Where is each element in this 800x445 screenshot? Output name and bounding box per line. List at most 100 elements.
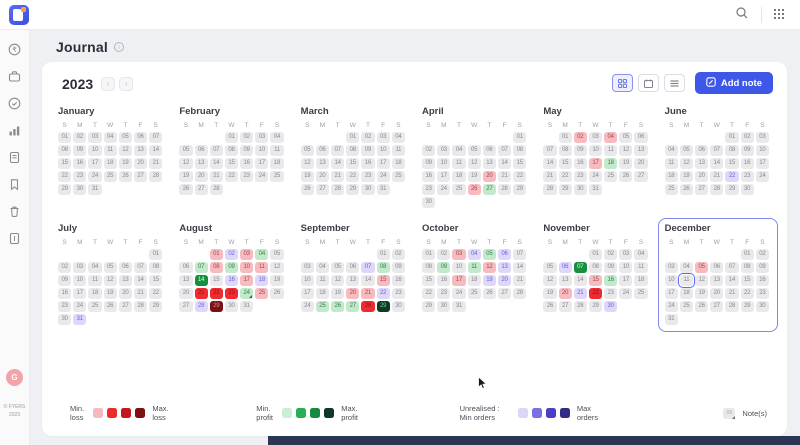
day-cell-july-3[interactable]: 03 bbox=[73, 262, 86, 273]
day-cell-september-10[interactable]: 10 bbox=[301, 275, 314, 286]
day-cell-may-23[interactable]: 23 bbox=[574, 171, 587, 182]
day-cell-august-1[interactable]: 01 bbox=[210, 249, 223, 260]
day-cell-march-10[interactable]: 10 bbox=[377, 145, 390, 156]
add-note-button[interactable]: Add note bbox=[695, 72, 773, 94]
day-cell-january-28[interactable]: 28 bbox=[149, 171, 162, 182]
day-cell-august-5[interactable]: 05 bbox=[270, 249, 283, 260]
day-cell-august-28[interactable]: 28 bbox=[195, 301, 208, 312]
day-cell-august-19[interactable]: 19 bbox=[270, 275, 283, 286]
day-cell-october-23[interactable]: 23 bbox=[437, 288, 450, 299]
day-cell-june-30[interactable]: 30 bbox=[741, 184, 754, 195]
day-cell-april-4[interactable]: 04 bbox=[452, 145, 465, 156]
day-cell-march-24[interactable]: 24 bbox=[377, 171, 390, 182]
day-cell-july-26[interactable]: 26 bbox=[104, 301, 117, 312]
day-cell-august-15[interactable]: 15 bbox=[210, 275, 223, 286]
day-cell-april-10[interactable]: 10 bbox=[437, 158, 450, 169]
day-cell-july-9[interactable]: 09 bbox=[58, 275, 71, 286]
day-cell-february-20[interactable]: 20 bbox=[195, 171, 208, 182]
day-cell-august-22[interactable]: 22 bbox=[210, 288, 223, 299]
day-cell-april-2[interactable]: 02 bbox=[422, 145, 435, 156]
day-cell-august-23[interactable]: 23 bbox=[225, 288, 238, 299]
day-cell-september-22[interactable]: 22 bbox=[377, 288, 390, 299]
day-cell-december-2[interactable]: 02 bbox=[756, 249, 769, 260]
info-icon[interactable]: i bbox=[114, 42, 124, 52]
day-cell-november-5[interactable]: 05 bbox=[543, 262, 556, 273]
day-cell-july-25[interactable]: 25 bbox=[88, 301, 101, 312]
day-cell-november-15[interactable]: 15 bbox=[589, 275, 602, 286]
day-cell-october-10[interactable]: 10 bbox=[452, 262, 465, 273]
day-cell-march-31[interactable]: 31 bbox=[377, 184, 390, 195]
day-cell-june-1[interactable]: 01 bbox=[725, 132, 738, 143]
day-cell-february-14[interactable]: 14 bbox=[210, 158, 223, 169]
day-cell-february-23[interactable]: 23 bbox=[240, 171, 253, 182]
day-cell-march-27[interactable]: 27 bbox=[316, 184, 329, 195]
day-cell-june-4[interactable]: 04 bbox=[665, 145, 678, 156]
day-cell-june-29[interactable]: 29 bbox=[725, 184, 738, 195]
day-cell-july-18[interactable]: 18 bbox=[88, 288, 101, 299]
day-cell-july-23[interactable]: 23 bbox=[58, 301, 71, 312]
document-icon[interactable] bbox=[8, 151, 21, 164]
day-cell-october-29[interactable]: 29 bbox=[422, 301, 435, 312]
day-cell-february-2[interactable]: 02 bbox=[240, 132, 253, 143]
day-cell-january-12[interactable]: 12 bbox=[119, 145, 132, 156]
day-cell-april-24[interactable]: 24 bbox=[437, 184, 450, 195]
day-cell-october-27[interactable]: 27 bbox=[498, 288, 511, 299]
day-cell-september-18[interactable]: 18 bbox=[316, 288, 329, 299]
day-cell-july-4[interactable]: 04 bbox=[88, 262, 101, 273]
day-cell-july-29[interactable]: 29 bbox=[149, 301, 162, 312]
day-cell-november-25[interactable]: 25 bbox=[634, 288, 647, 299]
day-cell-september-29[interactable]: 29 bbox=[377, 301, 390, 312]
day-cell-march-1[interactable]: 01 bbox=[346, 132, 359, 143]
day-cell-december-7[interactable]: 07 bbox=[725, 262, 738, 273]
day-cell-may-3[interactable]: 03 bbox=[589, 132, 602, 143]
day-cell-january-17[interactable]: 17 bbox=[88, 158, 101, 169]
day-cell-february-6[interactable]: 06 bbox=[195, 145, 208, 156]
day-cell-august-2[interactable]: 02 bbox=[225, 249, 238, 260]
bookmark-icon[interactable] bbox=[8, 178, 21, 191]
day-cell-december-4[interactable]: 04 bbox=[680, 262, 693, 273]
grid-view-button[interactable] bbox=[612, 74, 633, 92]
day-cell-april-17[interactable]: 17 bbox=[437, 171, 450, 182]
day-cell-april-9[interactable]: 09 bbox=[422, 158, 435, 169]
day-cell-november-2[interactable]: 02 bbox=[604, 249, 617, 260]
day-cell-june-5[interactable]: 05 bbox=[680, 145, 693, 156]
day-cell-february-24[interactable]: 24 bbox=[255, 171, 268, 182]
day-cell-september-23[interactable]: 23 bbox=[392, 288, 405, 299]
day-cell-april-3[interactable]: 03 bbox=[437, 145, 450, 156]
day-cell-january-1[interactable]: 01 bbox=[58, 132, 71, 143]
day-cell-april-8[interactable]: 08 bbox=[513, 145, 526, 156]
day-cell-august-26[interactable]: 26 bbox=[270, 288, 283, 299]
day-cell-november-30[interactable]: 30 bbox=[604, 301, 617, 312]
day-cell-october-3[interactable]: 03 bbox=[452, 249, 465, 260]
day-cell-april-21[interactable]: 21 bbox=[498, 171, 511, 182]
day-cell-october-25[interactable]: 25 bbox=[468, 288, 481, 299]
day-cell-september-11[interactable]: 11 bbox=[316, 275, 329, 286]
day-cell-august-3[interactable]: 03 bbox=[240, 249, 253, 260]
day-cell-september-21[interactable]: 21 bbox=[361, 288, 374, 299]
day-cell-december-29[interactable]: 29 bbox=[741, 301, 754, 312]
day-cell-may-19[interactable]: 19 bbox=[619, 158, 632, 169]
day-cell-march-11[interactable]: 11 bbox=[392, 145, 405, 156]
day-cell-august-6[interactable]: 06 bbox=[179, 262, 192, 273]
day-cell-october-2[interactable]: 02 bbox=[437, 249, 450, 260]
day-cell-march-26[interactable]: 26 bbox=[301, 184, 314, 195]
day-cell-february-3[interactable]: 03 bbox=[255, 132, 268, 143]
user-avatar[interactable]: G bbox=[6, 369, 23, 386]
day-cell-august-17[interactable]: 17 bbox=[240, 275, 253, 286]
day-cell-february-19[interactable]: 19 bbox=[179, 171, 192, 182]
day-cell-january-6[interactable]: 06 bbox=[134, 132, 147, 143]
day-cell-october-11[interactable]: 11 bbox=[468, 262, 481, 273]
day-cell-august-8[interactable]: 08 bbox=[210, 262, 223, 273]
day-cell-january-11[interactable]: 11 bbox=[104, 145, 117, 156]
day-cell-august-9[interactable]: 09 bbox=[225, 262, 238, 273]
day-cell-june-6[interactable]: 06 bbox=[695, 145, 708, 156]
day-cell-june-26[interactable]: 26 bbox=[680, 184, 693, 195]
day-cell-june-25[interactable]: 25 bbox=[665, 184, 678, 195]
day-cell-october-6[interactable]: 06 bbox=[498, 249, 511, 260]
day-cell-january-7[interactable]: 07 bbox=[149, 132, 162, 143]
day-cell-april-16[interactable]: 16 bbox=[422, 171, 435, 182]
day-cell-september-5[interactable]: 05 bbox=[331, 262, 344, 273]
day-cell-april-12[interactable]: 12 bbox=[468, 158, 481, 169]
day-cell-november-11[interactable]: 11 bbox=[634, 262, 647, 273]
day-cell-may-14[interactable]: 14 bbox=[543, 158, 556, 169]
